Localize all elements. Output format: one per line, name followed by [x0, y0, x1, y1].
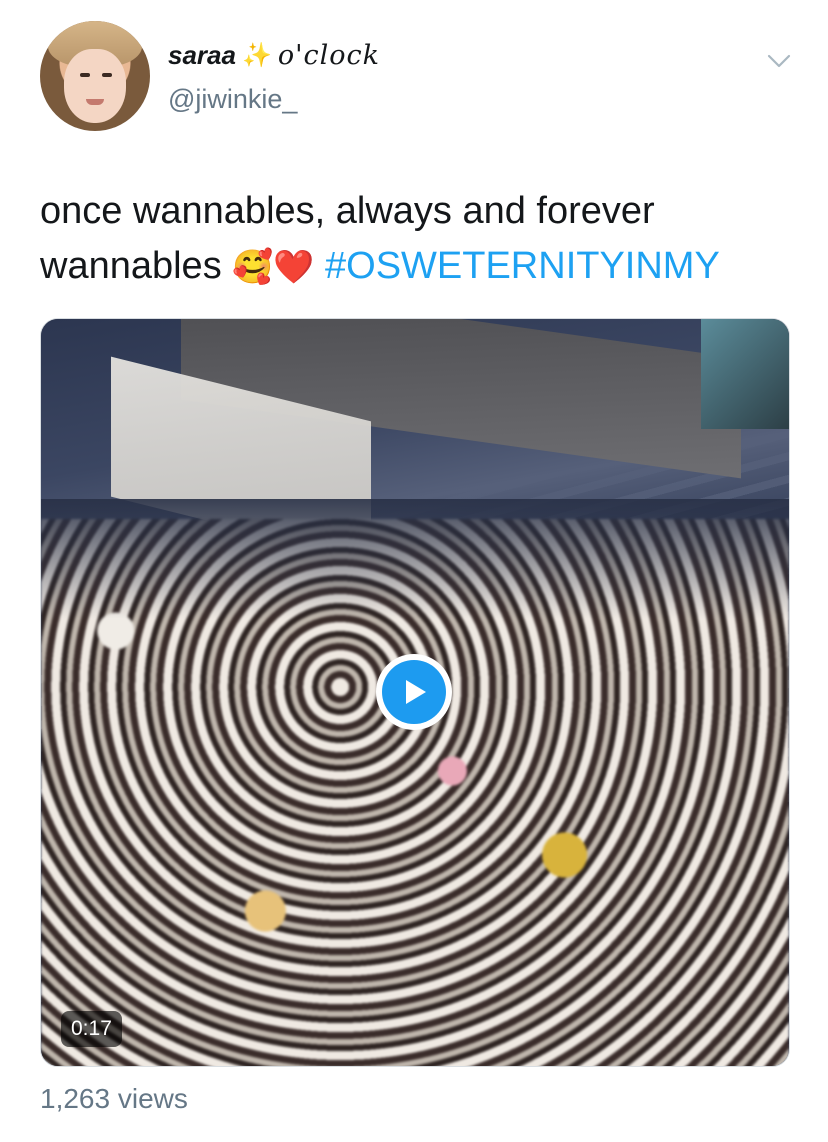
tweet-text: once wannables, always and forever wanna…	[40, 184, 800, 294]
video-duration: 0:17	[61, 1011, 122, 1047]
video-thumbnail-shade	[41, 499, 789, 619]
tweet-text-line2: wannables 🥰❤️ #OSWETERNITYINMY	[40, 239, 800, 294]
play-button[interactable]	[376, 654, 452, 730]
author-name-row[interactable]: saraa ✨ o'clock	[168, 40, 380, 71]
author-handle[interactable]: @jiwinkie_	[168, 84, 297, 115]
view-count: 1,263 views	[40, 1083, 188, 1114]
chevron-down-icon[interactable]	[766, 52, 792, 70]
emoji: 🥰❤️	[232, 248, 315, 285]
author-name-suffix: o'clock	[277, 40, 381, 71]
avatar-eye	[80, 73, 90, 77]
video-player[interactable]: 0:17	[40, 318, 790, 1067]
author-avatar[interactable]	[40, 21, 150, 131]
avatar-face	[64, 49, 126, 123]
avatar-eye	[102, 73, 112, 77]
video-thumbnail-screen	[701, 319, 789, 429]
play-icon	[382, 660, 446, 724]
author-display-name[interactable]: saraa	[168, 40, 236, 71]
sparkles-icon: ✨	[241, 42, 272, 69]
tweet-text-line1: once wannables, always and forever	[40, 190, 655, 232]
tweet-text-line2-word: wannables	[40, 245, 222, 287]
hashtag-link[interactable]: #OSWETERNITYINMY	[325, 245, 720, 287]
